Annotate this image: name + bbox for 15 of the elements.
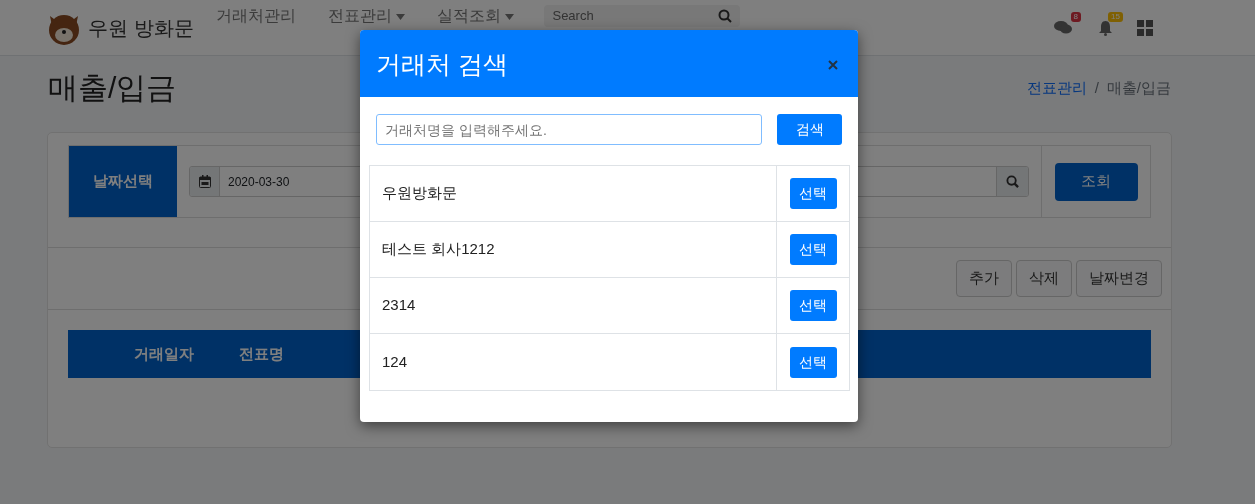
- breadcrumb-separator: /: [1094, 77, 1099, 98]
- page-title: 매출/입금: [48, 70, 177, 106]
- table-cell: 2314: [370, 278, 777, 333]
- count-badge: 8: [1070, 11, 1081, 23]
- breadcrumb-current: 매출/입금: [1106, 77, 1171, 98]
- search-placeholder: Search: [552, 7, 594, 26]
- column-header: 전표명: [239, 343, 284, 364]
- table-cell: 우원방화문: [370, 166, 777, 221]
- filter-label: 날짜선택: [69, 146, 177, 217]
- table-cell: 124: [370, 334, 777, 390]
- date-value: 2020-03-30: [227, 173, 291, 191]
- modal-title: 거래처 검색: [376, 48, 508, 79]
- count-badge: 15: [1108, 11, 1123, 23]
- table-cell: 테스트 회사1212: [370, 222, 777, 277]
- column-header: 거래일자: [134, 343, 194, 364]
